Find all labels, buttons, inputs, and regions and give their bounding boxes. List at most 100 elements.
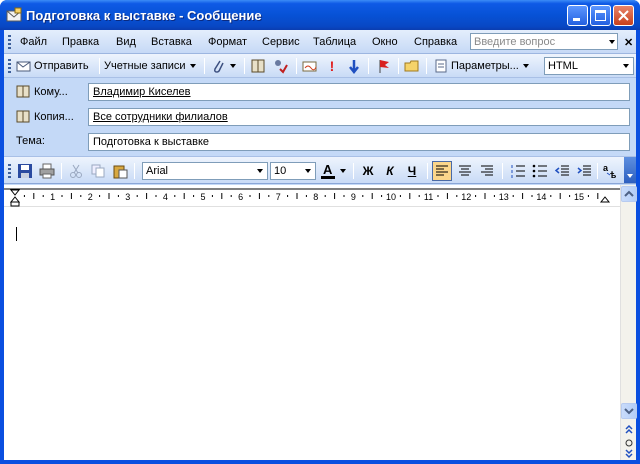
- menu-table[interactable]: Таблица: [313, 36, 356, 48]
- increase-indent-button[interactable]: [574, 161, 594, 181]
- copy-button[interactable]: [88, 161, 108, 181]
- bulleted-list-button[interactable]: [530, 161, 550, 181]
- ruler-number: 10: [386, 192, 396, 202]
- accounts-button[interactable]: Учетные записи: [104, 56, 196, 76]
- decrease-indent-button[interactable]: [552, 161, 572, 181]
- scroll-down-button[interactable]: [621, 403, 637, 419]
- bold-button[interactable]: Ж: [358, 161, 378, 181]
- font-color-button[interactable]: A: [320, 161, 336, 181]
- save-button[interactable]: [15, 161, 35, 181]
- print-button[interactable]: [37, 161, 57, 181]
- minimize-button[interactable]: [567, 5, 588, 26]
- chevron-down-icon: [189, 64, 196, 68]
- maximize-button[interactable]: [590, 5, 611, 26]
- outlook-message-window: Подготовка к выставке - Сообщение Файл П…: [0, 0, 640, 464]
- separator: [427, 163, 428, 179]
- close-button[interactable]: [613, 5, 634, 26]
- underline-button[interactable]: Ч: [402, 161, 422, 181]
- check-names-button[interactable]: [272, 56, 288, 76]
- menu-insert[interactable]: Вставка: [151, 36, 192, 48]
- toolbar-grip[interactable]: [8, 164, 11, 178]
- next-page-button[interactable]: [621, 447, 637, 460]
- cut-button[interactable]: [66, 161, 86, 181]
- cc-button[interactable]: Копия...: [16, 110, 74, 123]
- toolbar-options-button[interactable]: [624, 157, 636, 183]
- ruler[interactable]: 1 2 3 4 5 6 7 8 9 10 11 12 13 14 15: [4, 185, 620, 207]
- low-importance-button[interactable]: [346, 56, 362, 76]
- ruler-number: 7: [276, 192, 281, 202]
- cc-field[interactable]: Все сотрудники филиалов: [88, 108, 630, 126]
- ruler-number: 6: [238, 192, 243, 202]
- chevron-down-icon: [627, 174, 633, 178]
- signature-icon: [302, 61, 317, 72]
- envelope-button[interactable]: [404, 56, 420, 76]
- menu-window[interactable]: Окно: [372, 36, 398, 48]
- left-indent-marker[interactable]: [10, 201, 20, 207]
- toolbar-grip[interactable]: [8, 59, 11, 73]
- attach-button[interactable]: [210, 56, 226, 76]
- subject-field[interactable]: Подготовка к выставке: [88, 133, 630, 151]
- menu-edit[interactable]: Правка: [62, 36, 99, 48]
- font-name-select[interactable]: Arial: [142, 162, 268, 180]
- right-indent-marker[interactable]: [599, 196, 611, 203]
- title-bar[interactable]: Подготовка к выставке - Сообщение: [0, 0, 640, 30]
- message-icon: [6, 7, 22, 22]
- to-field[interactable]: Владимир Киселев: [88, 83, 630, 101]
- separator: [61, 163, 62, 179]
- close-document-icon[interactable]: ✕: [624, 36, 633, 49]
- open-folder-icon: [404, 60, 419, 72]
- font-size-dropdown[interactable]: [301, 163, 315, 179]
- follow-up-flag-button[interactable]: [376, 56, 392, 76]
- numbered-list-button[interactable]: [508, 161, 528, 181]
- align-center-icon: [459, 165, 471, 176]
- message-body[interactable]: [4, 207, 620, 460]
- svg-text:a: a: [603, 163, 609, 173]
- align-right-button[interactable]: [477, 161, 497, 181]
- menu-format[interactable]: Формат: [208, 36, 247, 48]
- message-format-select[interactable]: HTML: [544, 57, 634, 75]
- menu-view[interactable]: Вид: [116, 36, 136, 48]
- address-book-button[interactable]: [250, 56, 266, 76]
- format-dropdown-button[interactable]: [619, 58, 633, 74]
- first-line-indent-marker[interactable]: [9, 189, 21, 196]
- menu-help[interactable]: Справка: [414, 36, 457, 48]
- signature-button[interactable]: [302, 56, 318, 76]
- send-button[interactable]: Отправить: [16, 56, 89, 76]
- menu-file[interactable]: Файл: [20, 36, 47, 48]
- options-button[interactable]: Параметры...: [434, 56, 529, 76]
- scissors-icon: [70, 164, 82, 178]
- to-button[interactable]: Кому...: [16, 85, 68, 98]
- high-importance-button[interactable]: !: [324, 56, 340, 76]
- attach-dropdown[interactable]: [230, 56, 236, 76]
- align-left-button[interactable]: [432, 161, 452, 181]
- arrow-down-icon: [349, 60, 359, 74]
- double-chevron-down-icon: [625, 449, 633, 459]
- to-recipient[interactable]: Владимир Киселев: [93, 86, 191, 98]
- ruler-number: 13: [499, 192, 509, 202]
- cc-recipient[interactable]: Все сотрудники филиалов: [93, 111, 228, 123]
- menu-grip[interactable]: [8, 35, 11, 49]
- language-button[interactable]: aѣ: [601, 161, 621, 181]
- previous-page-button[interactable]: [621, 421, 637, 437]
- maximize-icon: [595, 10, 606, 21]
- message-header: Кому... Владимир Киселев Копия... Все со…: [4, 78, 636, 156]
- bulleted-list-icon: [532, 164, 547, 178]
- font-name-dropdown[interactable]: [253, 163, 267, 179]
- help-search-input[interactable]: Введите вопрос: [470, 33, 618, 50]
- send-icon: [16, 61, 31, 72]
- hanging-indent-marker[interactable]: [9, 196, 21, 203]
- scroll-up-button[interactable]: [621, 186, 637, 202]
- font-color-dropdown[interactable]: [338, 161, 348, 181]
- font-name-value: Arial: [146, 165, 169, 177]
- subject-label-container: Тема:: [16, 135, 45, 147]
- align-right-icon: [481, 165, 493, 176]
- font-size-value: 10: [274, 165, 287, 177]
- separator: [597, 163, 598, 179]
- menu-tools[interactable]: Сервис: [262, 36, 300, 48]
- align-center-button[interactable]: [455, 161, 475, 181]
- italic-button[interactable]: К: [380, 161, 400, 181]
- paste-button[interactable]: [110, 161, 130, 181]
- vertical-scrollbar[interactable]: [620, 185, 637, 460]
- chevron-down-icon: [623, 64, 629, 68]
- font-size-select[interactable]: 10: [270, 162, 316, 180]
